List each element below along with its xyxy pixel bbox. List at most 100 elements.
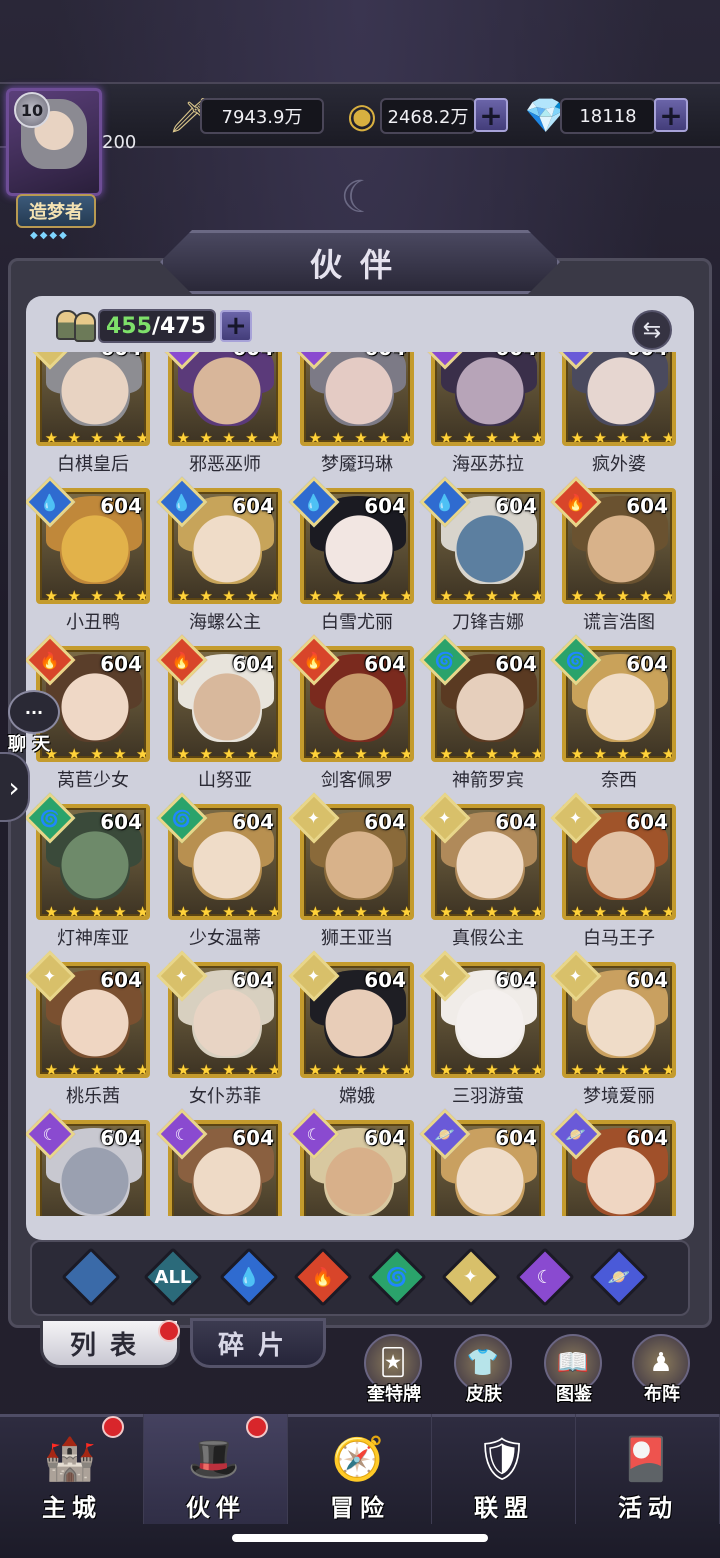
hero-stars: ★ ★ ★ ★ ★: [435, 744, 541, 758]
hero-card[interactable]: 604★★★★★☾梦魇玛琳: [288, 352, 420, 487]
side-expand-arrow-icon[interactable]: ›: [0, 752, 30, 822]
hero-name: 谎言浩图: [583, 612, 655, 633]
hero-card[interactable]: 604 ★ ★ ★ ★ ★ ✦ 梦境爱丽: [550, 950, 682, 1119]
star-icon: ★: [267, 903, 282, 920]
hero-card[interactable]: 604 ★ ★ ★ ★ ★ 💧 海螺公主: [156, 476, 288, 645]
hero-card[interactable]: 604★★★★★🪐: [419, 1108, 551, 1216]
star-icon: ★: [377, 745, 391, 762]
hero-level: 604: [100, 1126, 142, 1150]
nav-alliance[interactable]: 🛡 联盟: [432, 1414, 576, 1524]
star-icon: ★: [308, 903, 323, 920]
hero-card[interactable]: 604 ★ ★ ★ ★ ★ 🔥 剑客佩罗: [288, 634, 420, 803]
star-icon: ★: [530, 1061, 545, 1078]
hero-card[interactable]: 604★★★★★☾邪恶巫师: [156, 352, 288, 487]
hero-card[interactable]: 604★★★★★☾海巫苏拉: [419, 352, 551, 487]
hero-stars: ★ ★ ★ ★ ★: [40, 1060, 146, 1078]
hero-card[interactable]: 604★★★★★🪐: [550, 1108, 682, 1216]
star-icon: ★: [570, 587, 585, 604]
add-diamond-button[interactable]: +: [654, 98, 688, 132]
filter-star-top[interactable]: [61, 1247, 121, 1307]
hero-name: 神箭罗宾: [452, 770, 524, 791]
atlas-button[interactable]: 📖 图鉴: [538, 1334, 610, 1406]
star-icon: ★: [377, 1061, 391, 1078]
filter-star[interactable]: 🪐: [589, 1247, 649, 1307]
hero-card[interactable]: 604 ★ ★ ★ ★ ★ ✦ 狮王亚当: [288, 792, 420, 961]
hero-card[interactable]: 604 ★ ★ ★ ★ ★ 🌀 神箭罗宾: [419, 634, 551, 803]
hero-stars: ★ ★ ★ ★ ★: [304, 902, 410, 920]
hero-card[interactable]: 604 ★ ★ ★ ★ ★ ✦ 嫦娥: [288, 950, 420, 1119]
filter-label: ✦: [463, 1266, 479, 1288]
star-icon: ★: [135, 903, 150, 920]
star-icon: ★: [199, 745, 213, 762]
star-icon: ★: [44, 1061, 59, 1078]
star-icon: ★: [593, 745, 607, 762]
hero-card[interactable]: 604★★★★★☾: [288, 1108, 420, 1216]
hero-stars: ★ ★ ★ ★ ★: [172, 902, 282, 920]
hero-card[interactable]: 604 ★ ★ ★ ★ ★ 🔥 山努亚: [156, 634, 288, 803]
hero-card[interactable]: 604 ★ ★ ★ ★ ★ ✦ 真假公主: [419, 792, 551, 961]
hero-card[interactable]: 604 ★ ★ ★ ★ ★ 🔥 谎言浩图: [550, 476, 682, 645]
expand-slots-button[interactable]: +: [219, 310, 252, 342]
nav-main-city[interactable]: 🏰 主城: [0, 1414, 144, 1524]
star-icon: ★: [639, 745, 653, 762]
hero-card[interactable]: 604 ★ ★ ★ ★ ★ ✦ 女仆苏菲: [156, 950, 288, 1119]
star-icon: ★: [245, 429, 259, 446]
tab-fragments[interactable]: 碎片: [190, 1318, 326, 1368]
star-icon: ★: [67, 429, 81, 446]
hero-card[interactable]: 604 ★ ★ ★ ★ ★ ✦ 三羽游萤: [419, 950, 551, 1119]
star-icon: ★: [90, 1061, 104, 1078]
star-icon: ★: [616, 745, 630, 762]
filter-water[interactable]: 💧: [219, 1247, 279, 1307]
filter-label: 🌀: [385, 1266, 409, 1288]
hero-stars: ★ ★ ★ ★ ★: [304, 586, 410, 600]
filter-wind[interactable]: 🌀: [367, 1247, 427, 1307]
hero-card[interactable]: 604★★★★★🪐疯外婆: [550, 352, 682, 487]
star-icon: ★: [508, 429, 522, 446]
hero-card[interactable]: 604 ★ ★ ★ ★ ★ ✦ 白马王子: [550, 792, 682, 961]
hero-name: 剑客佩罗: [321, 770, 393, 791]
hero-card[interactable]: 604★★★★★☾: [156, 1108, 288, 1216]
hero-card[interactable]: 604 ★ ★ ★ ★ ★ ✦ 桃乐茜: [26, 950, 156, 1119]
hero-card[interactable]: 604★★★★★☾: [26, 1108, 156, 1216]
hero-card[interactable]: 604 ★ ★ ★ ★ ★ 💧 刀锋吉娜: [419, 476, 551, 645]
nav-partners[interactable]: 🎩 伙伴: [144, 1414, 288, 1524]
player-title[interactable]: 造梦者: [16, 194, 96, 228]
filter-all[interactable]: ALL: [143, 1247, 203, 1307]
sort-toggle-button[interactable]: ⇆: [632, 310, 672, 350]
formation-button[interactable]: ♟ 布阵: [626, 1334, 698, 1406]
nav-adventure[interactable]: 🧭 冒险: [288, 1414, 432, 1524]
skin-button[interactable]: 👕 皮肤: [448, 1334, 520, 1406]
chat-button[interactable]: ··· 聊 天: [8, 690, 64, 755]
star-icon: ★: [661, 903, 676, 920]
hero-level: 604: [364, 1126, 406, 1150]
hero-card[interactable]: 604 ★ ★ ★ ★ ★ 🌀 奈西: [550, 634, 682, 803]
hero-level: 604: [364, 652, 406, 676]
star-icon: ★: [176, 1061, 191, 1078]
hero-stars: ★ ★ ★ ★ ★: [40, 902, 150, 920]
star-icon: ★: [67, 745, 81, 762]
filter-dark[interactable]: ☾: [515, 1247, 575, 1307]
star-icon: ★: [616, 903, 630, 920]
star-icon: ★: [176, 429, 191, 446]
hero-card[interactable]: 604 ★ ★ ★ ★ ★ 💧 白雪尤丽: [288, 476, 420, 645]
hero-level: 604: [495, 810, 537, 834]
filter-fire[interactable]: 🔥: [293, 1247, 353, 1307]
alliance-icon: 🛡: [475, 1434, 529, 1483]
hero-card[interactable]: 604 ★ ★ ★ ★ ★ 💧 小丑鸭: [26, 476, 156, 645]
hero-card[interactable]: 604★★★★★✦白棋皇后: [26, 352, 156, 487]
tarot-button[interactable]: 🃏 奎特牌: [358, 1334, 430, 1406]
tab-list-notification-dot: [158, 1320, 180, 1342]
star-icon: ★: [616, 587, 630, 604]
hero-stars: ★ ★ ★ ★ ★: [40, 428, 146, 446]
nav-events[interactable]: 🎴 活动: [576, 1414, 720, 1524]
add-gold-button[interactable]: +: [474, 98, 508, 132]
player-title-rank: ◆◆◆◆: [30, 230, 69, 241]
chat-label: 聊 天: [8, 734, 51, 755]
hero-card[interactable]: 604 ★ ★ ★ ★ ★ 🌀 少女温蒂: [156, 792, 288, 961]
star-icon: ★: [113, 587, 127, 604]
atlas-label: 图鉴: [556, 1384, 592, 1405]
hero-card[interactable]: 604 ★ ★ ★ ★ ★ 🌀 灯神库亚: [26, 792, 156, 961]
light-filter-icon: ✦: [441, 1247, 501, 1307]
filter-light[interactable]: ✦: [441, 1247, 501, 1307]
star-icon: ★: [245, 1061, 259, 1078]
